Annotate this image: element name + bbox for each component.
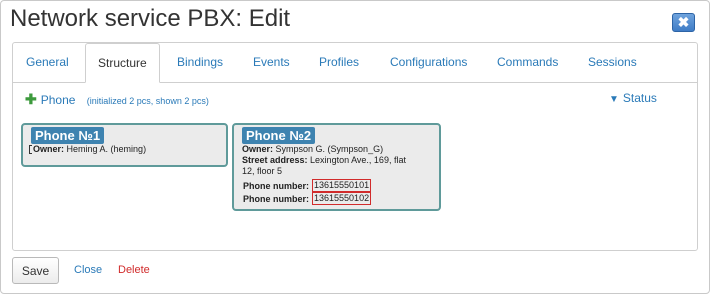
phone-number-field[interactable]: 13615550101	[312, 179, 372, 192]
tab-configurations[interactable]: Configurations	[390, 55, 467, 69]
street-address-label: Street address:	[242, 155, 308, 165]
tab-structure[interactable]: Structure	[85, 43, 160, 83]
tab-bar: General Structure Bindings Events Profil…	[13, 43, 697, 83]
tab-commands[interactable]: Commands	[497, 55, 558, 69]
add-phone-label: Phone	[40, 93, 76, 107]
filter-icon: ▼	[609, 94, 619, 105]
close-link[interactable]: Close	[74, 264, 102, 276]
owner-value: Sympson G. (Sympson_G)	[275, 144, 384, 154]
owner-value: Heming A. (heming)	[66, 144, 147, 154]
owner-label: Owner:	[242, 144, 274, 154]
add-phone-button[interactable]: ✚ Phone	[25, 91, 79, 107]
plus-icon: ✚	[25, 91, 37, 107]
phone-card-1[interactable]: Phone №1 Owner: Heming A. (heming)	[21, 123, 228, 167]
page-title: Network service PBX: Edit	[10, 5, 291, 32]
tab-events[interactable]: Events	[253, 55, 290, 69]
owner-label: Owner:	[33, 144, 65, 154]
tab-profiles[interactable]: Profiles	[319, 55, 359, 69]
phone-number-label: Phone number:	[243, 180, 310, 191]
text-cursor-icon	[29, 145, 32, 155]
edit-window: Network service PBX: Edit ✖ General Stru…	[0, 0, 710, 294]
phone-number-field[interactable]: 13615550102	[312, 192, 372, 205]
phone-card-title[interactable]: Phone №2	[242, 127, 316, 144]
delete-link[interactable]: Delete	[118, 264, 150, 276]
tab-sessions[interactable]: Sessions	[588, 55, 637, 69]
street-address-value: Lexington Ave., 169, flat	[310, 155, 406, 165]
status-filter-button[interactable]: ▼ Status	[609, 91, 657, 105]
phone-card-title[interactable]: Phone №1	[31, 127, 105, 144]
street-address-value-cont: 12, floor 5	[242, 166, 283, 176]
close-window-button[interactable]: ✖	[672, 13, 695, 32]
close-icon: ✖	[677, 14, 690, 30]
phone-number-label: Phone number:	[243, 193, 310, 204]
tab-bindings[interactable]: Bindings	[177, 55, 223, 69]
status-filter-label: Status	[622, 91, 657, 105]
initialized-count-note: (initialized 2 pcs, shown 2 pcs)	[86, 96, 209, 106]
phone-card-2[interactable]: Phone №2 Owner: Sympson G. (Sympson_G) S…	[232, 123, 441, 211]
add-toolbar: ✚ Phone (initialized 2 pcs, shown 2 pcs)	[25, 91, 209, 108]
save-button[interactable]: Save	[12, 257, 59, 284]
tab-panel: General Structure Bindings Events Profil…	[12, 42, 698, 251]
tab-general[interactable]: General	[26, 55, 69, 69]
